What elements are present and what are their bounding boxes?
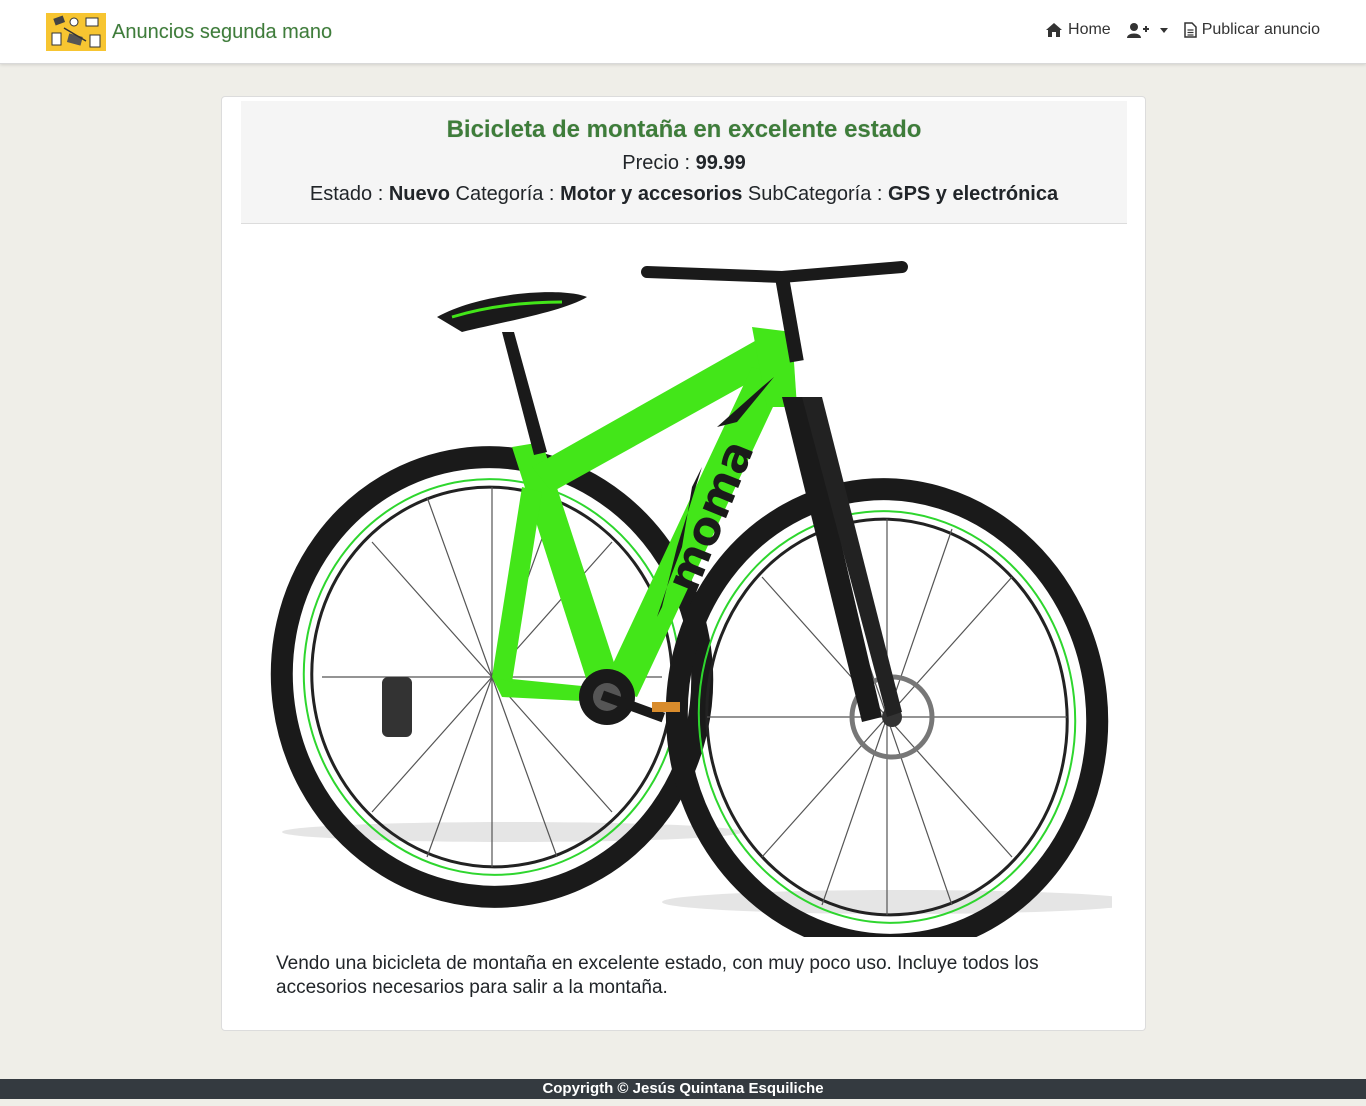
category-label: Categoría :	[455, 183, 555, 205]
home-link-label: Home	[1068, 21, 1111, 38]
state-value: Nuevo	[388, 183, 450, 205]
house-icon	[1046, 23, 1063, 37]
subcategory-value: GPS y electrónica	[888, 183, 1059, 205]
brand-link[interactable]: Anuncios segunda mano	[46, 13, 332, 51]
publish-ad-label: Publicar anuncio	[1201, 21, 1320, 38]
file-icon	[1183, 22, 1197, 38]
price-line: Precio : 99.99	[241, 152, 1127, 175]
listing-title: Bicicleta de montaña en excelente estado	[446, 116, 922, 143]
home-link[interactable]: Home	[1045, 21, 1111, 39]
top-navbar: Anuncios segunda mano Home Publicar anun…	[0, 0, 1366, 64]
listing-header: Bicicleta de montaña en excelente estado…	[241, 101, 1127, 224]
nav-links: Home Publicar anuncio	[1045, 21, 1320, 39]
listing-description: Vendo una bicicleta de montaña en excele…	[276, 953, 1039, 998]
user-menu-dropdown[interactable]	[1126, 22, 1168, 39]
state-label: Estado :	[309, 183, 384, 205]
publish-ad-link[interactable]: Publicar anuncio	[1183, 21, 1320, 39]
user-plus-icon	[1126, 22, 1149, 38]
brand-logo	[46, 13, 106, 51]
subcategory-label: SubCategoría :	[747, 183, 883, 205]
footer-copyright: Copyrigth © Jesús Quintana Esquiliche	[542, 1080, 824, 1097]
listing-card: Bicicleta de montaña en excelente estado…	[221, 96, 1146, 1031]
meta-line: Estado : Nuevo Categoría : Motor y acces…	[241, 183, 1127, 206]
footer: Copyrigth © Jesús Quintana Esquiliche	[0, 1079, 1366, 1099]
category-value: Motor y accesorios	[560, 183, 743, 205]
price-label: Precio :	[622, 152, 691, 174]
chevron-down-icon	[1159, 27, 1168, 33]
brand-name: Anuncios segunda mano	[112, 20, 333, 43]
product-image: moma	[270, 261, 1112, 937]
price-value: 99.99	[695, 152, 746, 174]
